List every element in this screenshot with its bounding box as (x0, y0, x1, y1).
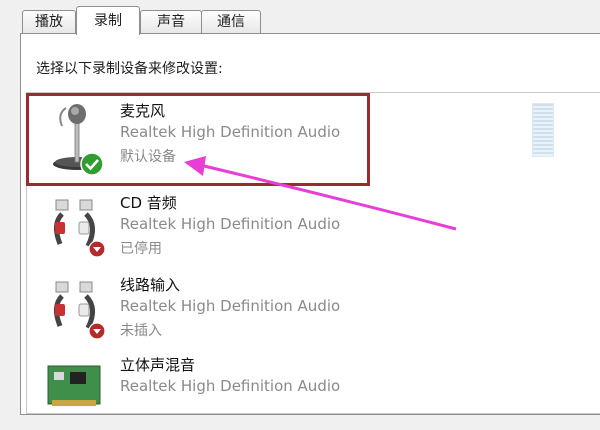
annotation-highlight-box (26, 93, 370, 186)
device-item-stereo-mix[interactable]: 立体声混音 Realtek High Definition Audio (28, 350, 548, 430)
device-driver: Realtek High Definition Audio (120, 377, 341, 395)
device-name: 立体声混音 (120, 356, 196, 374)
unplugged-down-arrow-icon (88, 322, 106, 340)
device-item-line-in[interactable]: 线路输入 Realtek High Definition Audio 未插入 (28, 270, 548, 350)
device-item-cd-audio[interactable]: CD 音频 Realtek High Definition Audio 已停用 (28, 188, 548, 268)
device-name: CD 音频 (120, 194, 177, 212)
disabled-down-arrow-icon (88, 240, 106, 258)
device-name: 线路输入 (120, 276, 181, 294)
device-status: 未插入 (120, 323, 162, 339)
tab-recording[interactable]: 录制 (76, 6, 140, 35)
tab-communications[interactable]: 通信 (201, 10, 261, 33)
device-status: 已停用 (120, 241, 162, 257)
instruction-label: 选择以下录制设备来修改设置: (36, 61, 223, 77)
tab-sounds[interactable]: 声音 (140, 10, 202, 33)
device-driver: Realtek High Definition Audio (120, 297, 341, 315)
tab-bar: 播放 声音 通信 录制 (0, 0, 600, 35)
tab-playback[interactable]: 播放 (22, 10, 76, 33)
sound-card-icon (47, 365, 101, 406)
device-driver: Realtek High Definition Audio (120, 215, 341, 233)
